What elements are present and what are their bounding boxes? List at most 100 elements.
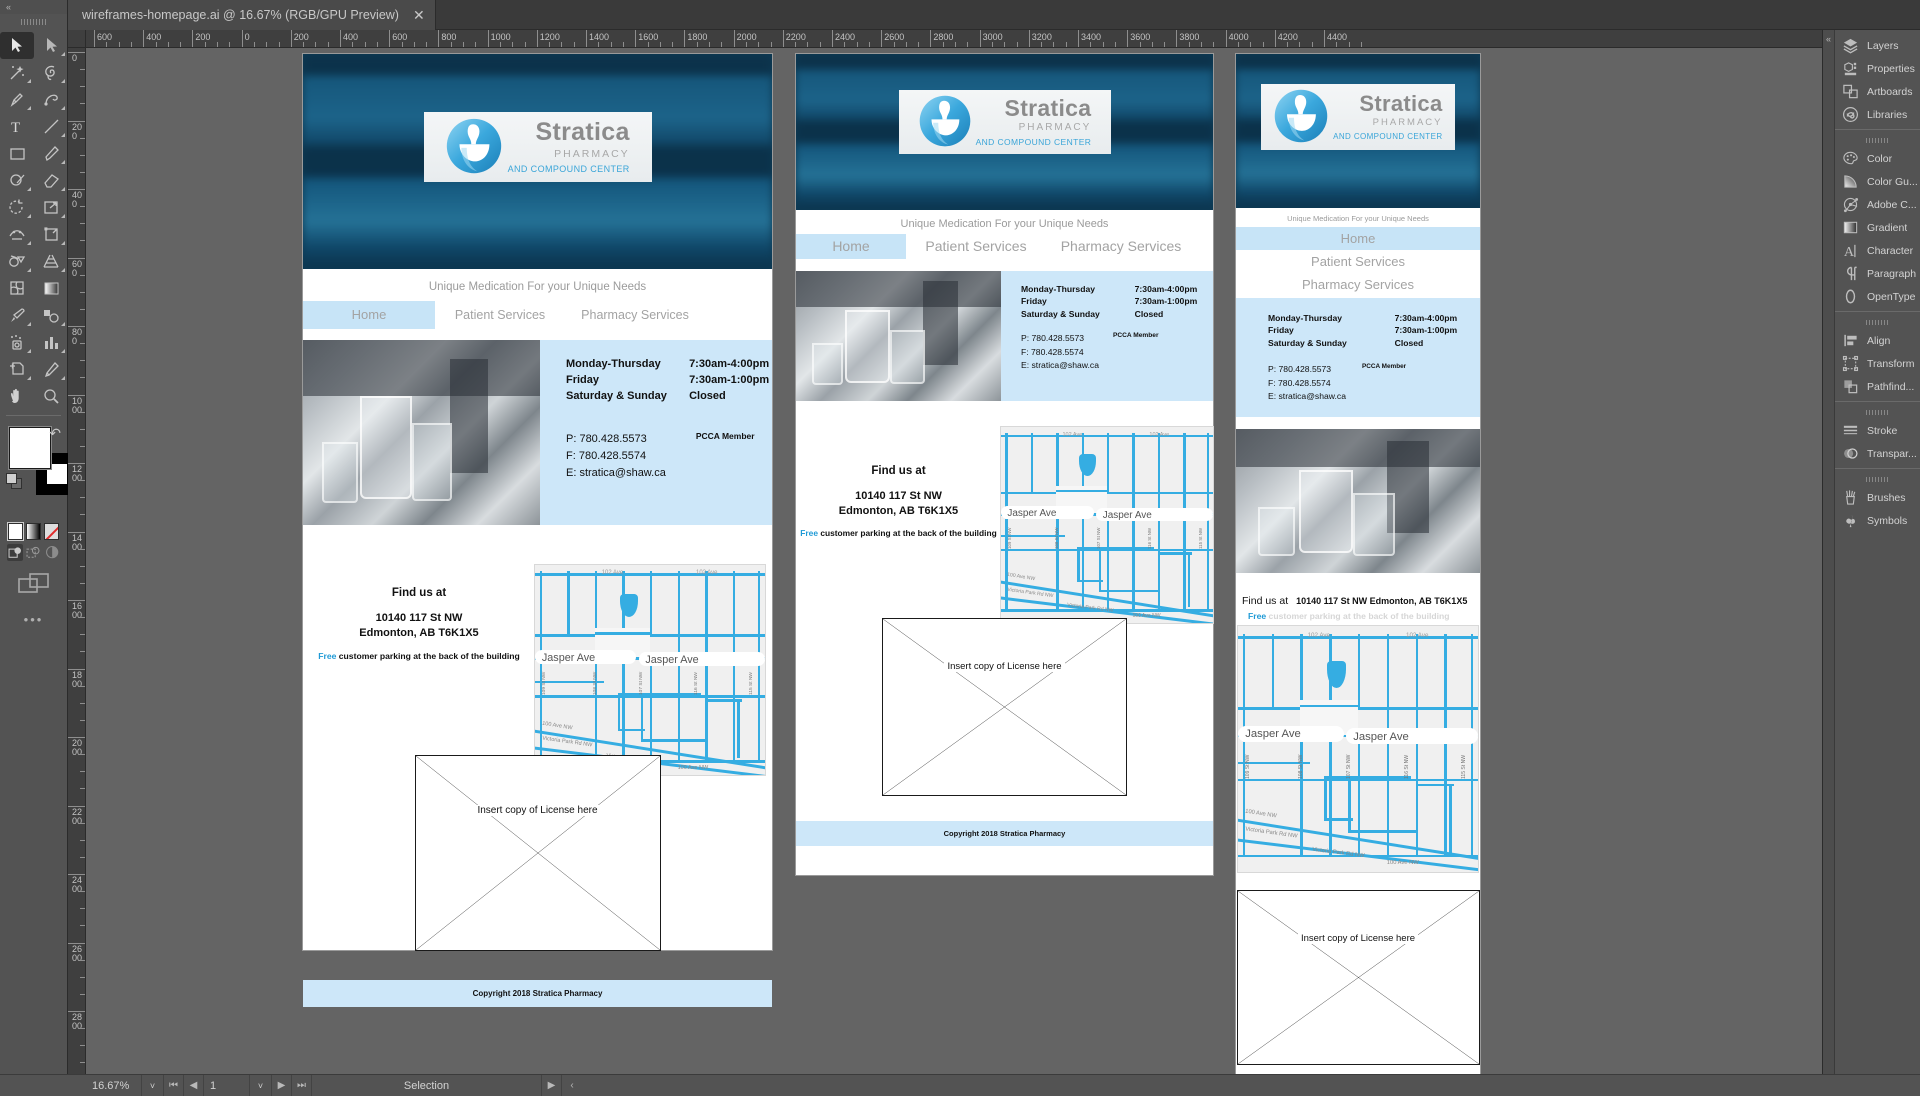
pen-tool[interactable] <box>0 86 34 113</box>
blend-tool[interactable] <box>34 302 68 329</box>
screen-mode-button[interactable] <box>0 561 67 596</box>
panels-dock-edge[interactable]: « <box>1823 30 1835 1096</box>
license-placeholder-tablet[interactable]: Insert copy of License here <box>882 618 1127 796</box>
panel-group-grip[interactable] <box>1835 405 1920 419</box>
panel-item-libraries[interactable]: Libraries <box>1835 103 1920 126</box>
panel-item-pathfind[interactable]: Pathfind... <box>1835 375 1920 398</box>
panel-item-layers[interactable]: Layers <box>1835 34 1920 57</box>
hand-tool[interactable] <box>0 383 34 410</box>
previous-artboard-button[interactable]: ◀ <box>184 1074 204 1096</box>
artboard-desktop[interactable]: Stratica PHARMACY AND COMPOUND CENTER Un… <box>302 53 773 1007</box>
status-play-icon[interactable]: ▶ <box>542 1074 562 1096</box>
color-fill-button[interactable] <box>7 522 24 541</box>
width-tool[interactable] <box>0 221 34 248</box>
panel-group-grip[interactable] <box>1835 133 1920 147</box>
curvature-tool[interactable] <box>34 86 68 113</box>
artboard-tool[interactable] <box>0 356 34 383</box>
gradient-fill-button[interactable] <box>26 523 41 540</box>
none-fill-button[interactable] <box>44 523 59 540</box>
panel-group-grip[interactable] <box>1835 472 1920 486</box>
ruler-origin[interactable] <box>68 30 86 48</box>
panel-item-transpar[interactable]: Transpar... <box>1835 442 1920 465</box>
artboard-dropdown-icon[interactable]: ˅ <box>250 1074 272 1096</box>
nav-item-pharmacy-services-mobile[interactable]: Pharmacy Services <box>1236 273 1480 298</box>
nav-item-home-mobile[interactable]: Home <box>1236 227 1480 250</box>
status-back-icon[interactable]: ‹ <box>562 1075 582 1096</box>
free-transform-tool[interactable] <box>34 221 68 248</box>
next-artboard-button[interactable]: ▶ <box>272 1074 292 1096</box>
artboard-canvas[interactable]: Stratica PHARMACY AND COMPOUND CENTER Un… <box>86 48 1822 1074</box>
panel-group-grip[interactable] <box>1835 315 1920 329</box>
panel-item-color-gu[interactable]: Color Gu... <box>1835 170 1920 193</box>
first-artboard-button[interactable]: ⏮ <box>164 1074 184 1096</box>
paintbrush-tool[interactable] <box>34 140 68 167</box>
artboard-tablet[interactable]: Stratica PHARMACY AND COMPOUND CENTER Un… <box>795 53 1214 876</box>
panel-item-color[interactable]: Color <box>1835 147 1920 170</box>
column-graph-tool[interactable] <box>34 329 68 356</box>
map-tablet[interactable]: Jasper Ave Jasper Ave 102 Ave 102 Ave 100 Av… <box>1000 426 1214 624</box>
draw-behind-button[interactable] <box>25 544 41 561</box>
zoom-dropdown-icon[interactable]: ˅ <box>142 1074 164 1096</box>
nav-item-home-tablet[interactable]: Home <box>796 234 906 259</box>
document-tab[interactable]: wireframes-homepage.ai @ 16.67% (RGB/GPU… <box>68 0 436 30</box>
nav-item-pharmacy-services[interactable]: Pharmacy Services <box>565 301 705 329</box>
zoom-tool[interactable] <box>34 383 68 410</box>
panel-item-transform[interactable]: Transform <box>1835 352 1920 375</box>
draw-normal-button[interactable] <box>7 544 24 561</box>
map-desktop[interactable]: Jasper Ave Jasper Ave 102 Ave 102 Ave 100 Av… <box>534 564 766 776</box>
rectangle-tool[interactable] <box>0 140 34 167</box>
edit-toolbar-icon[interactable]: ••• <box>0 596 67 627</box>
nav-item-patient-services-mobile[interactable]: Patient Services <box>1236 250 1480 273</box>
panel-item-properties[interactable]: Properties <box>1835 57 1920 80</box>
nav-item-patient-services[interactable]: Patient Services <box>435 301 565 329</box>
gradient-tool[interactable] <box>34 275 68 302</box>
panel-item-character[interactable]: A Character <box>1835 239 1920 262</box>
hours-time: Closed <box>1134 308 1164 319</box>
panel-item-opentype[interactable]: OpenType <box>1835 285 1920 308</box>
map-mobile[interactable]: Jasper Ave Jasper Ave 102 Ave 102 Ave 100 Av… <box>1237 625 1479 874</box>
panel-item-adobe-c[interactable]: Adobe C... <box>1835 193 1920 216</box>
panel-item-paragraph[interactable]: Paragraph <box>1835 262 1920 285</box>
perspective-grid-tool[interactable] <box>34 248 68 275</box>
lasso-tool[interactable] <box>34 59 68 86</box>
shape-builder-tool[interactable] <box>0 248 34 275</box>
last-artboard-button[interactable]: ⏭ <box>292 1074 312 1096</box>
collapse-panel-icon[interactable]: « <box>0 0 67 14</box>
scale-tool[interactable] <box>34 194 68 221</box>
mesh-tool[interactable] <box>0 275 34 302</box>
nav-item-home[interactable]: Home <box>303 301 435 329</box>
current-tool-indicator[interactable]: Selection <box>312 1074 542 1096</box>
fill-swatch[interactable] <box>9 427 51 469</box>
panel-item-align[interactable]: Align <box>1835 329 1920 352</box>
eraser-tool[interactable] <box>34 167 68 194</box>
magic-wand-tool[interactable] <box>0 59 34 86</box>
rotate-tool[interactable] <box>0 194 34 221</box>
panel-item-brushes[interactable]: Brushes <box>1835 486 1920 509</box>
eyedropper-tool[interactable] <box>0 302 34 329</box>
nav-item-pharmacy-services-tablet[interactable]: Pharmacy Services <box>1046 234 1196 259</box>
draw-inside-button[interactable] <box>44 544 60 561</box>
tools-panel-grip[interactable] <box>0 14 67 30</box>
selection-tool[interactable] <box>0 32 34 59</box>
type-tool[interactable]: T <box>0 113 34 140</box>
symbol-sprayer-tool[interactable] <box>0 329 34 356</box>
panel-item-artboards[interactable]: Artboards <box>1835 80 1920 103</box>
shaper-tool[interactable] <box>0 167 34 194</box>
slice-tool[interactable] <box>34 356 68 383</box>
panel-item-gradient[interactable]: Gradient <box>1835 216 1920 239</box>
swap-fill-stroke-icon[interactable]: ↶ <box>49 425 61 442</box>
license-placeholder-desktop[interactable]: Insert copy of License here <box>414 755 661 951</box>
line-segment-tool[interactable] <box>34 113 68 140</box>
artboard-number-field[interactable]: 1 <box>204 1074 250 1096</box>
close-icon[interactable]: ✕ <box>413 8 425 22</box>
panel-item-symbols[interactable]: Symbols <box>1835 509 1920 532</box>
panel-item-stroke[interactable]: Stroke <box>1835 419 1920 442</box>
horizontal-ruler[interactable]: 600 400 200 0 200 400 600 800 1000 1200 1400 1600 18… <box>86 30 1822 48</box>
zoom-level-field[interactable]: 16.67% <box>86 1074 142 1096</box>
expand-panels-icon[interactable]: « <box>1823 30 1834 44</box>
direct-selection-tool[interactable] <box>34 32 68 59</box>
nav-item-patient-services-tablet[interactable]: Patient Services <box>906 234 1046 259</box>
vertical-ruler[interactable]: 0 200 400 600 800 1000 1200 1400 1600 1800 2000 220… <box>68 48 86 1074</box>
artboard-mobile[interactable]: Stratica PHARMACY AND COMPOUND CENTER Un… <box>1235 53 1481 1074</box>
license-placeholder-mobile[interactable]: Insert copy of License here <box>1236 890 1480 1066</box>
